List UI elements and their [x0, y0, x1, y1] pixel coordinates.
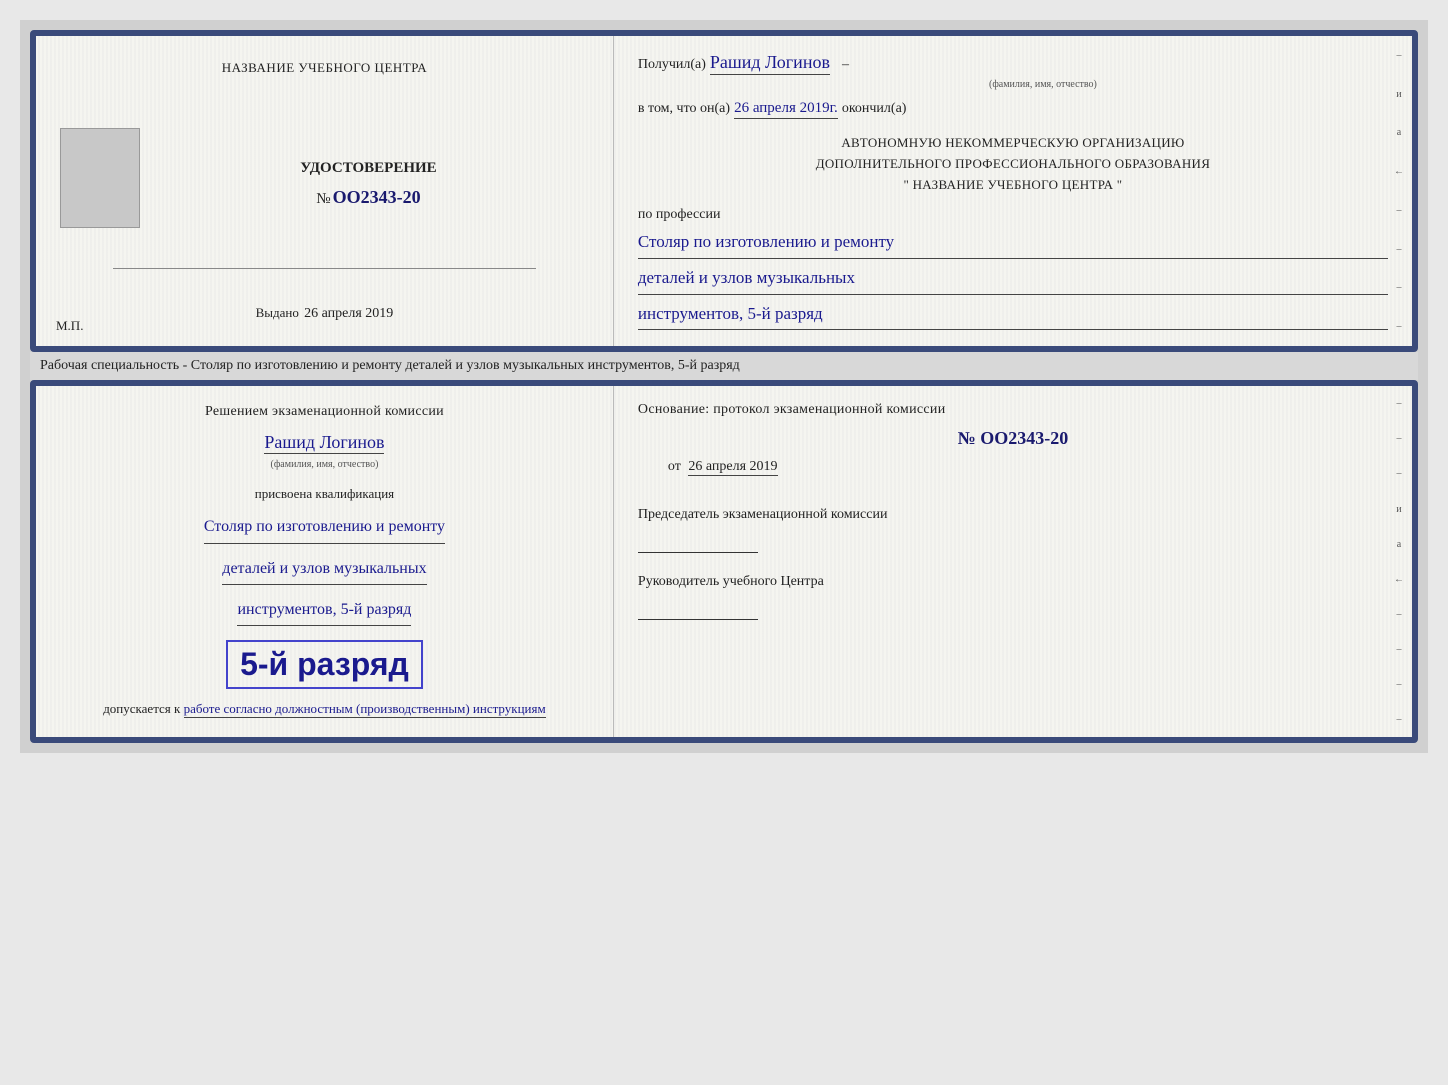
recipient-line: Получил(а) Рашид Логинов – — [638, 52, 1388, 75]
top-right-panel: Получил(а) Рашид Логинов – (фамилия, имя… — [614, 36, 1412, 346]
profession-line1: Столяр по изготовлению и ремонту — [638, 227, 1388, 259]
right-edge-top: – и а ← – – – – — [1390, 36, 1408, 346]
issued-line: Выдано 26 апреля 2019 — [256, 305, 394, 322]
dopuskaetsya-line: допускается к работе согласно должностны… — [103, 701, 546, 717]
recipient-name: Рашид Логинов — [710, 52, 830, 75]
bottom-person-name: Рашид Логинов — [264, 432, 384, 454]
qualification-line2: деталей и узлов музыкальных — [222, 554, 426, 585]
top-document-card: НАЗВАНИЕ УЧЕБНОГО ЦЕНТРА УДОСТОВЕРЕНИЕ №… — [30, 30, 1418, 352]
predsedatel-block: Председатель экзаменационной комиссии — [638, 504, 1388, 553]
osnovanie-text: Основание: протокол экзаменационной коми… — [638, 402, 1388, 418]
fio-subtitle-top: (фамилия, имя, отчество) — [698, 79, 1388, 90]
photo-placeholder — [60, 128, 140, 228]
vtom-line: в том, что он(а) 26 апреля 2019г. окончи… — [638, 100, 1388, 119]
predsedatel-label: Председатель экзаменационной комиссии — [638, 507, 888, 522]
bottom-right-panel: Основание: протокол экзаменационной коми… — [614, 386, 1412, 737]
vtom-prefix: в том, что он(а) — [638, 101, 730, 117]
number-prefix: № — [958, 428, 976, 448]
okonchil: окончил(а) — [842, 101, 907, 117]
qualification-line3: инструментов, 5-й разряд — [237, 595, 411, 626]
prisvoena-text: присвоена квалификация — [255, 486, 394, 502]
protocol-number: № OO2343-20 — [638, 428, 1388, 449]
from-date-value: 26 апреля 2019 — [688, 459, 777, 476]
org-line1: АВТОНОМНУЮ НЕКОММЕРЧЕСКУЮ ОРГАНИЗАЦИЮ — [638, 133, 1388, 154]
top-left-panel: НАЗВАНИЕ УЧЕБНОГО ЦЕНТРА УДОСТОВЕРЕНИЕ №… — [36, 36, 614, 346]
certificate-title: УДОСТОВЕРЕНИЕ — [300, 160, 437, 177]
issued-date: 26 апреля 2019 — [304, 306, 393, 321]
big-rank-label: 5-й разряд — [226, 640, 423, 689]
dash1: – — [842, 57, 849, 73]
vtom-date: 26 апреля 2019г. — [734, 100, 838, 119]
org-line3: " НАЗВАНИЕ УЧЕБНОГО ЦЕНТРА " — [638, 175, 1388, 196]
top-institution-name: НАЗВАНИЕ УЧЕБНОГО ЦЕНТРА — [222, 60, 427, 76]
rukovoditel-block: Руководитель учебного Центра — [638, 571, 1388, 620]
org-block: АВТОНОМНУЮ НЕКОММЕРЧЕСКУЮ ОРГАНИЗАЦИЮ ДО… — [638, 133, 1388, 195]
specialty-text-content: Рабочая специальность - Столяр по изгото… — [40, 358, 740, 373]
org-line2: ДОПОЛНИТЕЛЬНОГО ПРОФЕССИОНАЛЬНОГО ОБРАЗО… — [638, 154, 1388, 175]
work-type: работе согласно должностным (производств… — [184, 701, 546, 718]
bottom-document-card: Решением экзаменационной комиссии Рашид … — [30, 380, 1418, 743]
qualification-line1: Столяр по изготовлению и ремонту — [204, 512, 445, 543]
po-professii: по профессии — [638, 207, 1388, 223]
from-date-line: от 26 апреля 2019 — [668, 459, 1388, 492]
resheniem-text: Решением экзаменационной комиссии — [205, 404, 444, 420]
specialty-label: Рабочая специальность - Столяр по изгото… — [30, 352, 1418, 380]
page-wrapper: НАЗВАНИЕ УЧЕБНОГО ЦЕНТРА УДОСТОВЕРЕНИЕ №… — [20, 20, 1428, 753]
protocol-number-value: OO2343-20 — [980, 428, 1068, 448]
right-edge-bottom: – – – и а ← – – – – — [1390, 386, 1408, 737]
rukovoditel-signature — [638, 600, 758, 620]
fio-subtitle-bottom: (фамилия, имя, отчество) — [271, 459, 379, 470]
recipient-prefix: Получил(а) — [638, 57, 706, 73]
certificate-number: OO2343-20 — [333, 187, 421, 208]
from-prefix: от — [668, 459, 681, 474]
predsedatel-signature — [638, 533, 758, 553]
mp-label: М.П. — [56, 318, 83, 334]
profession-line3: инструментов, 5-й разряд — [638, 299, 1388, 331]
bottom-left-panel: Решением экзаменационной комиссии Рашид … — [36, 386, 614, 737]
dopuskaetsya-label: допускается к — [103, 701, 180, 716]
profession-line2: деталей и узлов музыкальных — [638, 263, 1388, 295]
certificate-number-prefix: № — [316, 191, 330, 208]
rukovoditel-label: Руководитель учебного Центра — [638, 574, 824, 589]
issued-label: Выдано — [256, 305, 299, 320]
